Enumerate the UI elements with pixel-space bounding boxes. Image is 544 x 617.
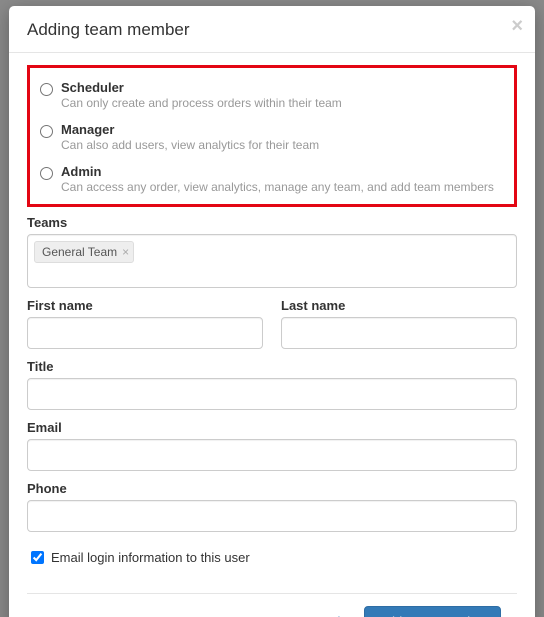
last-name-label: Last name xyxy=(281,298,517,313)
role-radio-admin[interactable] xyxy=(40,167,53,180)
modal-title: Adding team member xyxy=(27,20,517,40)
modal-header: Adding team member × xyxy=(9,6,535,53)
viewport: 5 inactive team members Adding team memb… xyxy=(0,0,544,617)
email-input[interactable] xyxy=(27,439,517,471)
cancel-button[interactable]: Cancel xyxy=(286,607,354,617)
add-team-member-modal: Adding team member × Scheduler Can only … xyxy=(9,6,535,617)
role-desc: Can also add users, view analytics for t… xyxy=(61,138,319,152)
teams-label: Teams xyxy=(27,215,517,230)
role-desc: Can access any order, view analytics, ma… xyxy=(61,180,494,194)
email-login-checkbox[interactable] xyxy=(31,551,44,564)
role-label: Admin xyxy=(61,164,494,179)
role-option-manager[interactable]: Manager Can also add users, view analyti… xyxy=(36,118,504,160)
first-name-input[interactable] xyxy=(27,317,263,349)
modal-body: Scheduler Can only create and process or… xyxy=(9,53,535,617)
role-desc: Can only create and process orders withi… xyxy=(61,96,342,110)
role-label: Scheduler xyxy=(61,80,342,95)
first-name-label: First name xyxy=(27,298,263,313)
title-label: Title xyxy=(27,359,517,374)
role-selection-highlight: Scheduler Can only create and process or… xyxy=(27,65,517,207)
phone-label: Phone xyxy=(27,481,517,496)
team-tag-label: General Team xyxy=(42,245,117,259)
role-option-admin[interactable]: Admin Can access any order, view analyti… xyxy=(36,160,504,196)
email-label: Email xyxy=(27,420,517,435)
team-tag: General Team × xyxy=(34,241,134,263)
close-icon[interactable]: × xyxy=(511,16,523,36)
add-team-member-button[interactable]: Add team member xyxy=(364,606,501,617)
role-radio-manager[interactable] xyxy=(40,125,53,138)
email-login-checkbox-row[interactable]: Email login information to this user xyxy=(27,548,517,567)
remove-tag-icon[interactable]: × xyxy=(122,245,129,259)
email-login-label: Email login information to this user xyxy=(51,550,250,565)
title-input[interactable] xyxy=(27,378,517,410)
teams-input[interactable]: General Team × xyxy=(27,234,517,288)
modal-footer: Cancel Add team member xyxy=(27,593,517,617)
role-radio-scheduler[interactable] xyxy=(40,83,53,96)
last-name-input[interactable] xyxy=(281,317,517,349)
role-label: Manager xyxy=(61,122,319,137)
phone-input[interactable] xyxy=(27,500,517,532)
role-option-scheduler[interactable]: Scheduler Can only create and process or… xyxy=(36,76,504,118)
